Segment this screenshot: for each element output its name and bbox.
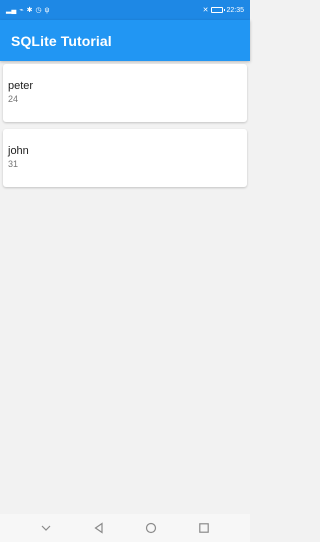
person-list: peter 24 john 31: [3, 64, 247, 194]
status-right: ✕ 22:35: [203, 7, 244, 14]
list-item[interactable]: peter 24: [3, 64, 247, 122]
wifi-icon: ⌁: [19, 6, 24, 14]
alarm-icon: ◷: [35, 6, 42, 14]
status-bar: ▂▄ ⌁ ✱ ◷ ψ ✕ 22:35: [0, 0, 250, 20]
back-icon[interactable]: [87, 516, 111, 540]
person-name: peter: [8, 80, 34, 92]
page-title: SQLite Tutorial: [11, 32, 112, 49]
navigation-bar: [0, 514, 250, 542]
recents-icon[interactable]: [192, 516, 216, 540]
signal-icon: ▂▄: [6, 6, 17, 14]
usb-icon: ψ: [44, 6, 50, 14]
bluetooth-icon: ✱: [26, 6, 33, 14]
mute-icon: ✕: [202, 6, 209, 14]
status-left: ▂▄ ⌁ ✱ ◷ ψ: [6, 7, 50, 14]
app-bar: SQLite Tutorial: [0, 20, 250, 61]
person-age: 31: [8, 159, 19, 169]
home-icon[interactable]: [139, 516, 163, 540]
person-age: 24: [8, 94, 19, 104]
battery-icon: [211, 7, 226, 13]
status-time: 22:35: [226, 6, 244, 14]
person-name: john: [8, 145, 29, 157]
list-item[interactable]: john 31: [3, 129, 247, 187]
down-icon[interactable]: [34, 516, 58, 540]
